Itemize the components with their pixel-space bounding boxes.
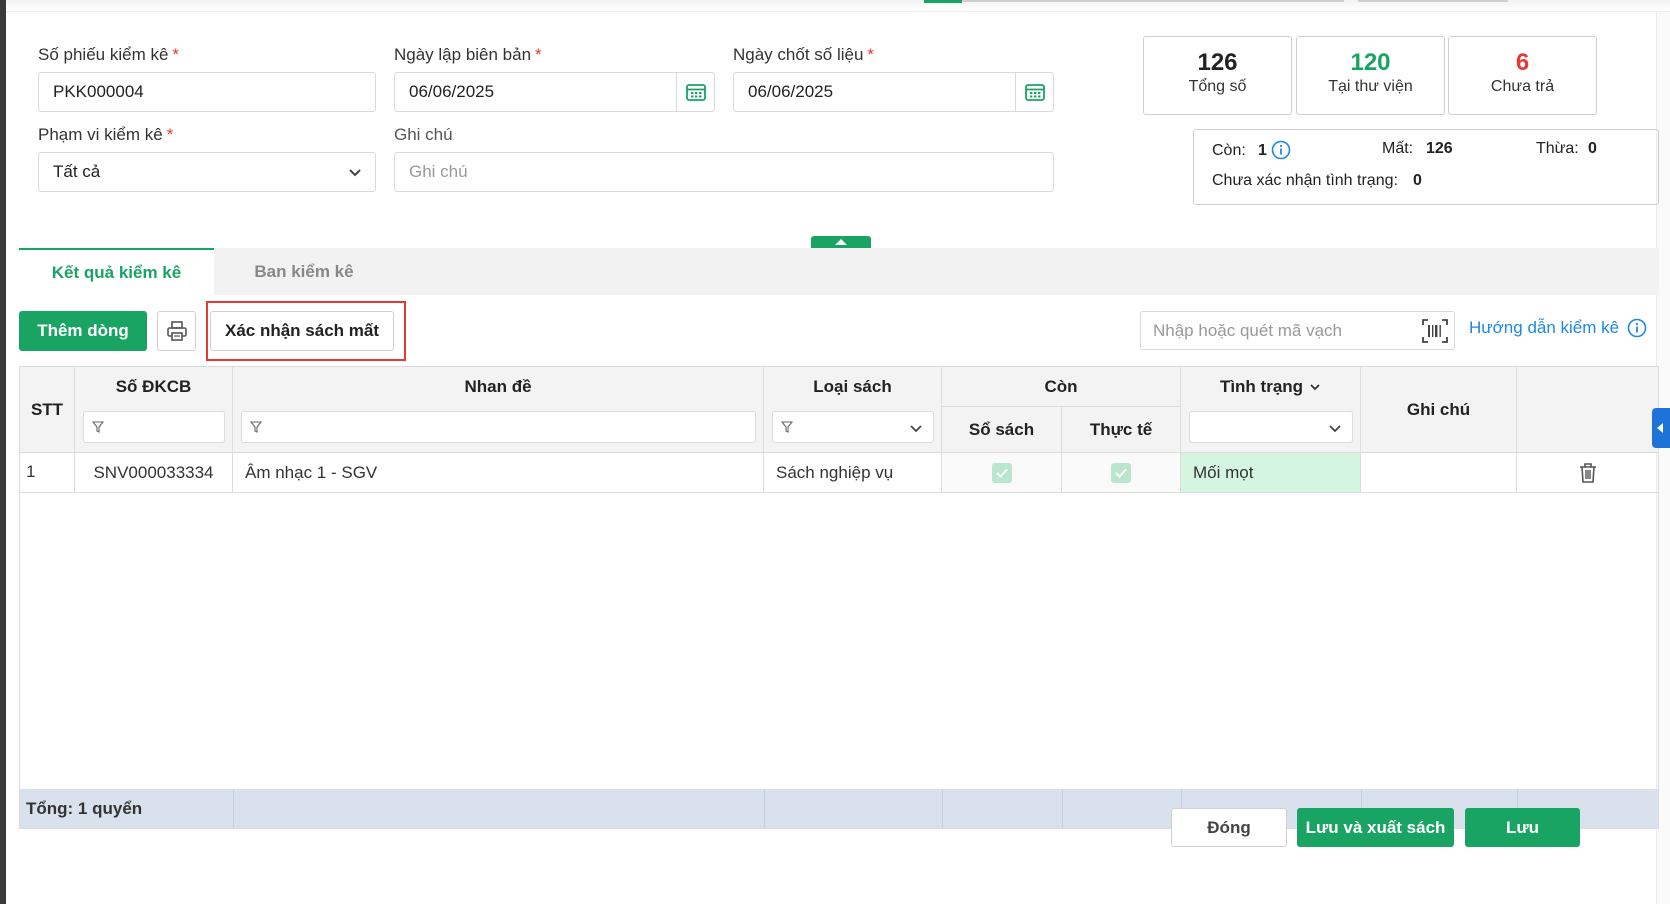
row-stt: 1: [20, 453, 75, 493]
doc-number-label: Số phiếu kiểm kê *: [38, 45, 180, 64]
type-filter-select[interactable]: [772, 411, 934, 443]
row-status[interactable]: Mối mọt: [1181, 453, 1361, 493]
row-books-cell: [942, 453, 1062, 493]
barcode-placeholder: Nhập hoặc quét mã vạch: [1153, 320, 1343, 340]
cutoff-date-input[interactable]: 06/06/2025: [733, 72, 1054, 112]
filter-icon: [250, 421, 262, 433]
top-control-accent: [924, 0, 962, 3]
check-icon: [1115, 468, 1127, 478]
row-actions: [1517, 453, 1658, 493]
column-header-stt: STT: [20, 367, 75, 453]
unconfirmed-value: 0: [1413, 172, 1422, 189]
calendar-icon[interactable]: [676, 73, 714, 111]
doc-number-input[interactable]: PKK000004: [38, 72, 376, 112]
stat-in-library: 120 Tại thư viện: [1296, 36, 1445, 115]
remaining-value: 1: [1258, 142, 1267, 159]
top-strip: [6, 0, 1670, 12]
scope-value: Tất cả: [53, 162, 101, 181]
inventory-table: STT Số ĐKCB Nhan đề Loại sách Còn Sổ sác…: [19, 366, 1659, 829]
stat-in-library-value: 120: [1350, 49, 1391, 76]
row-type: Sách nghiệp vụ: [764, 453, 942, 493]
status-filter-select[interactable]: [1189, 411, 1353, 443]
close-button[interactable]: Đóng: [1171, 808, 1287, 847]
trash-icon[interactable]: [1578, 462, 1598, 484]
row-title: Âm nhạc 1 - SGV: [233, 453, 764, 493]
created-date-value: 06/06/2025: [409, 82, 495, 101]
footer-separator: [233, 789, 234, 828]
stat-total-value: 126: [1197, 49, 1238, 76]
column-header-remaining-books: Sổ sách: [942, 407, 1062, 453]
unconfirmed-label: Chưa xác nhận tình trạng:: [1212, 172, 1398, 189]
column-header-type-label: Loại sách: [813, 377, 892, 396]
note-input[interactable]: Ghi chú: [394, 152, 1054, 192]
lost-label: Mất:: [1382, 140, 1414, 157]
footer-separator: [764, 789, 765, 828]
actual-checkbox[interactable]: [1111, 462, 1131, 483]
title-filter-input[interactable]: [241, 411, 756, 443]
remaining-label: Còn:: [1212, 142, 1246, 159]
stat-not-returned: 6 Chưa trả: [1448, 36, 1597, 115]
summary-panel: Còn: 1 Mất: 126 Thừa: 0 Chưa xác nhận tì…: [1193, 129, 1659, 205]
chevron-down-icon: [1310, 384, 1320, 391]
column-header-status-label: Tình trạng: [1219, 377, 1304, 396]
check-icon: [995, 468, 1008, 478]
row-note[interactable]: [1361, 453, 1517, 493]
footer-separator: [942, 789, 943, 828]
tab-bar: Kết quả kiểm kê Ban kiểm kê: [19, 248, 1659, 295]
info-icon[interactable]: [1271, 140, 1291, 165]
row-code: SNV000033334: [75, 453, 233, 493]
stat-not-returned-value: 6: [1515, 49, 1530, 76]
column-header-title-label: Nhan đề: [464, 377, 532, 396]
add-row-button[interactable]: Thêm dòng: [19, 311, 147, 351]
confirm-lost-books-button[interactable]: Xác nhận sách mất: [210, 311, 394, 351]
print-button[interactable]: [157, 311, 196, 351]
save-button[interactable]: Lưu: [1465, 808, 1580, 847]
column-header-note: Ghi chú: [1361, 367, 1517, 453]
column-header-code-label: Số ĐKCB: [115, 377, 192, 396]
barcode-scan-icon[interactable]: [1422, 319, 1448, 343]
inventory-guide-link[interactable]: Hướng dẫn kiểm kê: [1469, 318, 1647, 338]
lost-value: 126: [1426, 140, 1453, 157]
stat-total: 126 Tổng số: [1143, 36, 1292, 115]
chevron-down-icon: [910, 425, 922, 433]
side-panel-toggle[interactable]: [1652, 408, 1670, 448]
info-icon: [1627, 318, 1647, 338]
stat-not-returned-label: Chưa trả: [1490, 78, 1555, 95]
top-control-stub: [924, 0, 1344, 2]
filter-icon: [781, 421, 793, 433]
cutoff-date-value: 06/06/2025: [748, 82, 834, 101]
surplus-value: 0: [1588, 140, 1597, 157]
books-checkbox[interactable]: [991, 462, 1012, 483]
created-date-input[interactable]: 06/06/2025: [394, 72, 715, 112]
column-header-remaining-actual: Thực tế: [1062, 407, 1181, 453]
top-control-stub-2: [1358, 0, 1508, 2]
calendar-icon[interactable]: [1015, 73, 1053, 111]
printer-icon: [166, 321, 187, 341]
guide-label: Hướng dẫn kiểm kê: [1469, 318, 1620, 337]
column-header-remaining: Còn: [942, 367, 1181, 407]
note-label: Ghi chú: [394, 125, 453, 144]
chevron-down-icon: [1329, 425, 1341, 433]
surplus-label: Thừa:: [1536, 140, 1579, 157]
table-total: Tổng: 1 quyển: [26, 799, 143, 818]
cutoff-date-label: Ngày chốt số liệu *: [733, 45, 875, 64]
chevron-down-icon: [349, 169, 361, 177]
filter-icon: [92, 421, 104, 433]
barcode-search-input[interactable]: Nhập hoặc quét mã vạch: [1140, 311, 1455, 350]
stat-total-label: Tổng số: [1188, 78, 1247, 95]
tab-inventory-committee[interactable]: Ban kiểm kê: [214, 248, 394, 295]
tab-inventory-result[interactable]: Kết quả kiểm kê: [19, 248, 214, 295]
column-header-actions: [1517, 367, 1658, 453]
collapse-toggle[interactable]: [811, 236, 871, 248]
code-filter-input[interactable]: [83, 411, 225, 443]
row-actual-cell: [1062, 453, 1181, 493]
save-and-export-button[interactable]: Lưu và xuất sách: [1297, 808, 1454, 847]
created-date-label: Ngày lập biên bản *: [394, 45, 542, 64]
window-left-edge: [0, 0, 6, 904]
footer-separator: [1062, 789, 1063, 828]
stat-in-library-label: Tại thư viện: [1328, 78, 1413, 95]
scope-label: Phạm vi kiểm kê *: [38, 125, 174, 144]
scope-select[interactable]: Tất cả: [38, 152, 376, 192]
